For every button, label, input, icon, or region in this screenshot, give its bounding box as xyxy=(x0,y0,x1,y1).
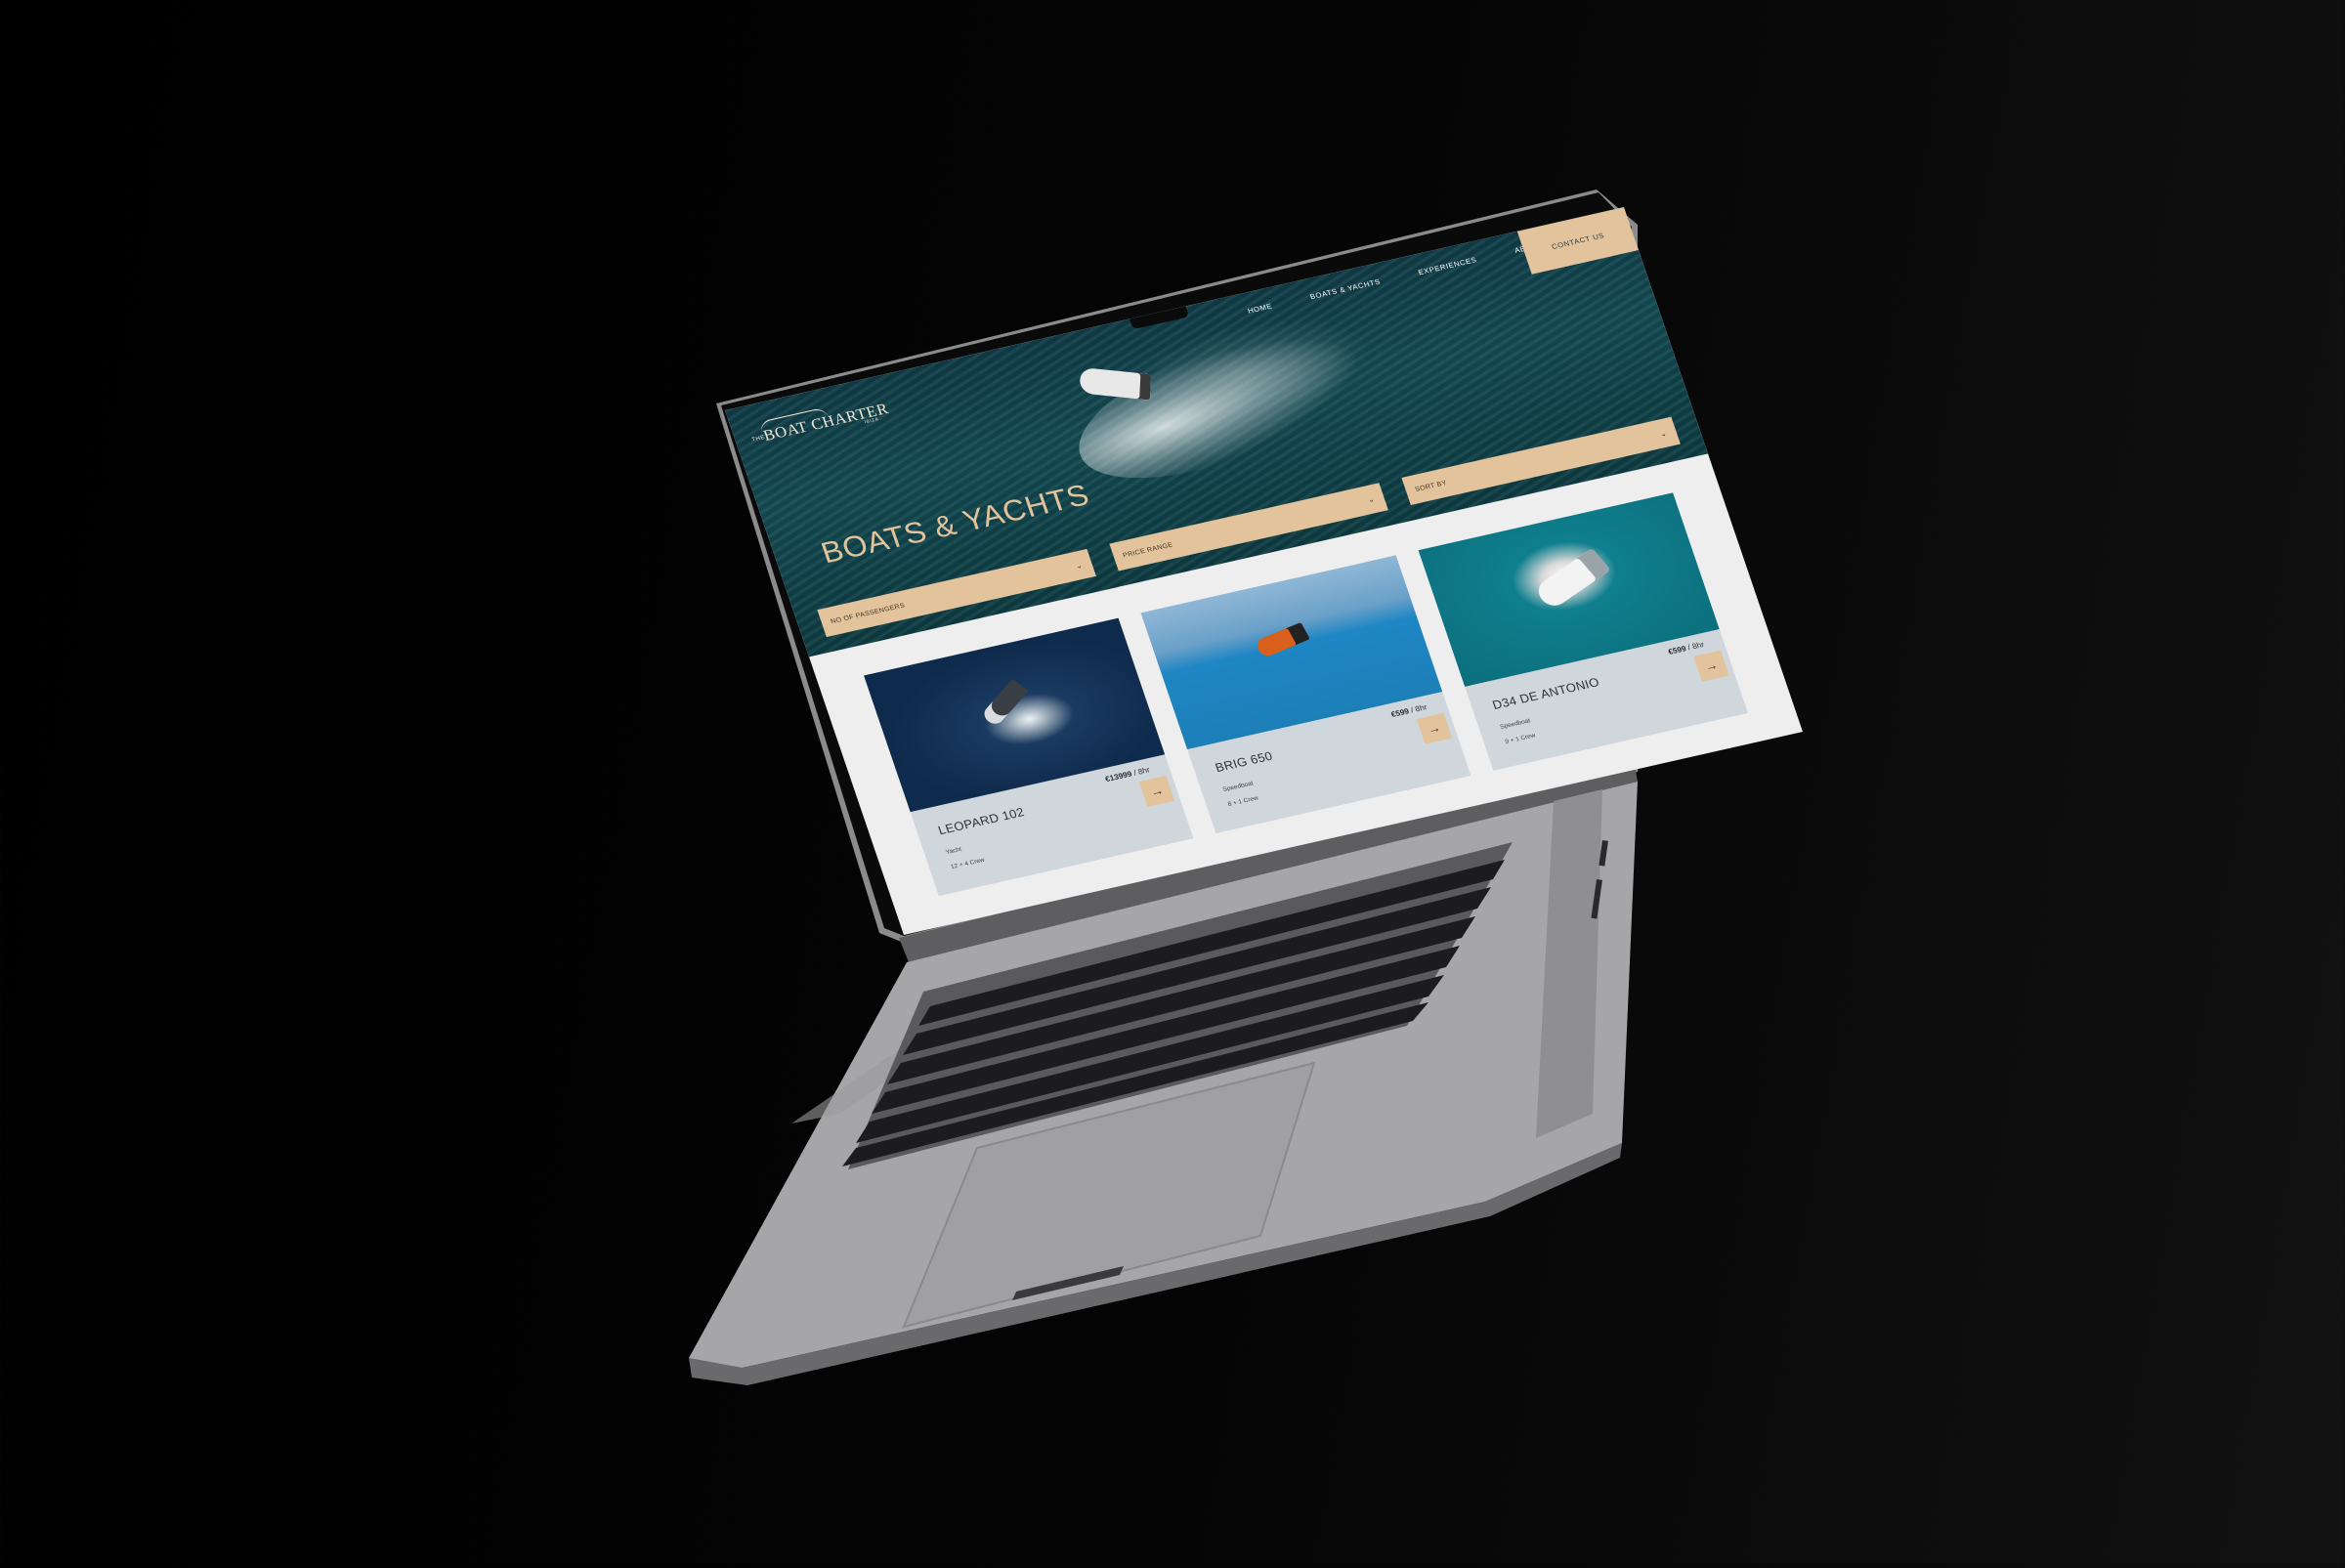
card-price: €599 / 8hr xyxy=(1389,702,1428,719)
nav-home[interactable]: HOME xyxy=(1247,302,1273,316)
card-title: D34 DE ANTONIO xyxy=(1490,674,1601,712)
card-capacity: 12 + 4 Crew xyxy=(950,856,986,870)
boat-card[interactable]: €599 / 8hr BRIG 650 Speedboat 8 + 1 Crew… xyxy=(1140,555,1471,833)
card-title: LEOPARD 102 xyxy=(936,804,1027,838)
card-type: Speedboat xyxy=(1221,780,1255,793)
card-type: Speedboat xyxy=(1499,717,1532,731)
boat-shape xyxy=(980,679,1029,728)
card-title: BRIG 650 xyxy=(1213,748,1275,775)
hero-boat-image xyxy=(1079,366,1152,401)
boat-card[interactable]: €599 / 8hr D34 DE ANTONIO Speedboat 9 + … xyxy=(1418,492,1748,771)
price-value: €599 xyxy=(1389,706,1411,719)
price-value: €599 xyxy=(1667,643,1687,657)
arrow-right-icon[interactable]: → xyxy=(1416,712,1452,744)
price-unit: / 8hr xyxy=(1409,701,1428,715)
boat-photo xyxy=(1418,492,1720,687)
boat-shape xyxy=(1532,548,1611,612)
filter-label: PRICE RANGE xyxy=(1122,540,1174,560)
filter-label: NO OF PASSENGERS xyxy=(830,601,907,625)
filter-label: SORT BY xyxy=(1414,478,1448,493)
card-capacity: 9 + 1 Crew xyxy=(1504,732,1537,745)
chevron-down-icon: ⌄ xyxy=(1658,428,1669,439)
card-type: Yacht xyxy=(944,845,962,856)
price-unit: / 8hr xyxy=(1131,765,1151,778)
chevron-down-icon: ⌄ xyxy=(1074,560,1085,571)
boat-shape xyxy=(1254,622,1310,659)
nav-boats-yachts[interactable]: BOATS & YACHTS xyxy=(1309,277,1382,301)
card-capacity: 8 + 1 Crew xyxy=(1226,794,1259,808)
boat-wake xyxy=(1055,304,1384,508)
chevron-down-icon: ⌄ xyxy=(1366,493,1377,504)
laptop-mockup: THE BOAT CHARTER IBIZA HOME BOATS & YACH… xyxy=(0,0,2345,1563)
price-unit: / 8hr xyxy=(1686,639,1706,653)
price-value: €13999 xyxy=(1103,769,1133,784)
site-logo[interactable]: THE BOAT CHARTER IBIZA xyxy=(746,394,891,453)
card-price: €599 / 8hr xyxy=(1667,640,1705,657)
nav-experiences[interactable]: EXPERIENCES xyxy=(1417,255,1477,276)
arrow-right-icon[interactable]: → xyxy=(1693,650,1729,682)
boat-photo xyxy=(1140,555,1442,750)
boat-photo xyxy=(864,617,1166,813)
arrow-right-icon[interactable]: → xyxy=(1138,775,1175,807)
boat-card[interactable]: €13999 / 8hr LEOPARD 102 Yacht 12 + 4 Cr… xyxy=(864,617,1194,897)
